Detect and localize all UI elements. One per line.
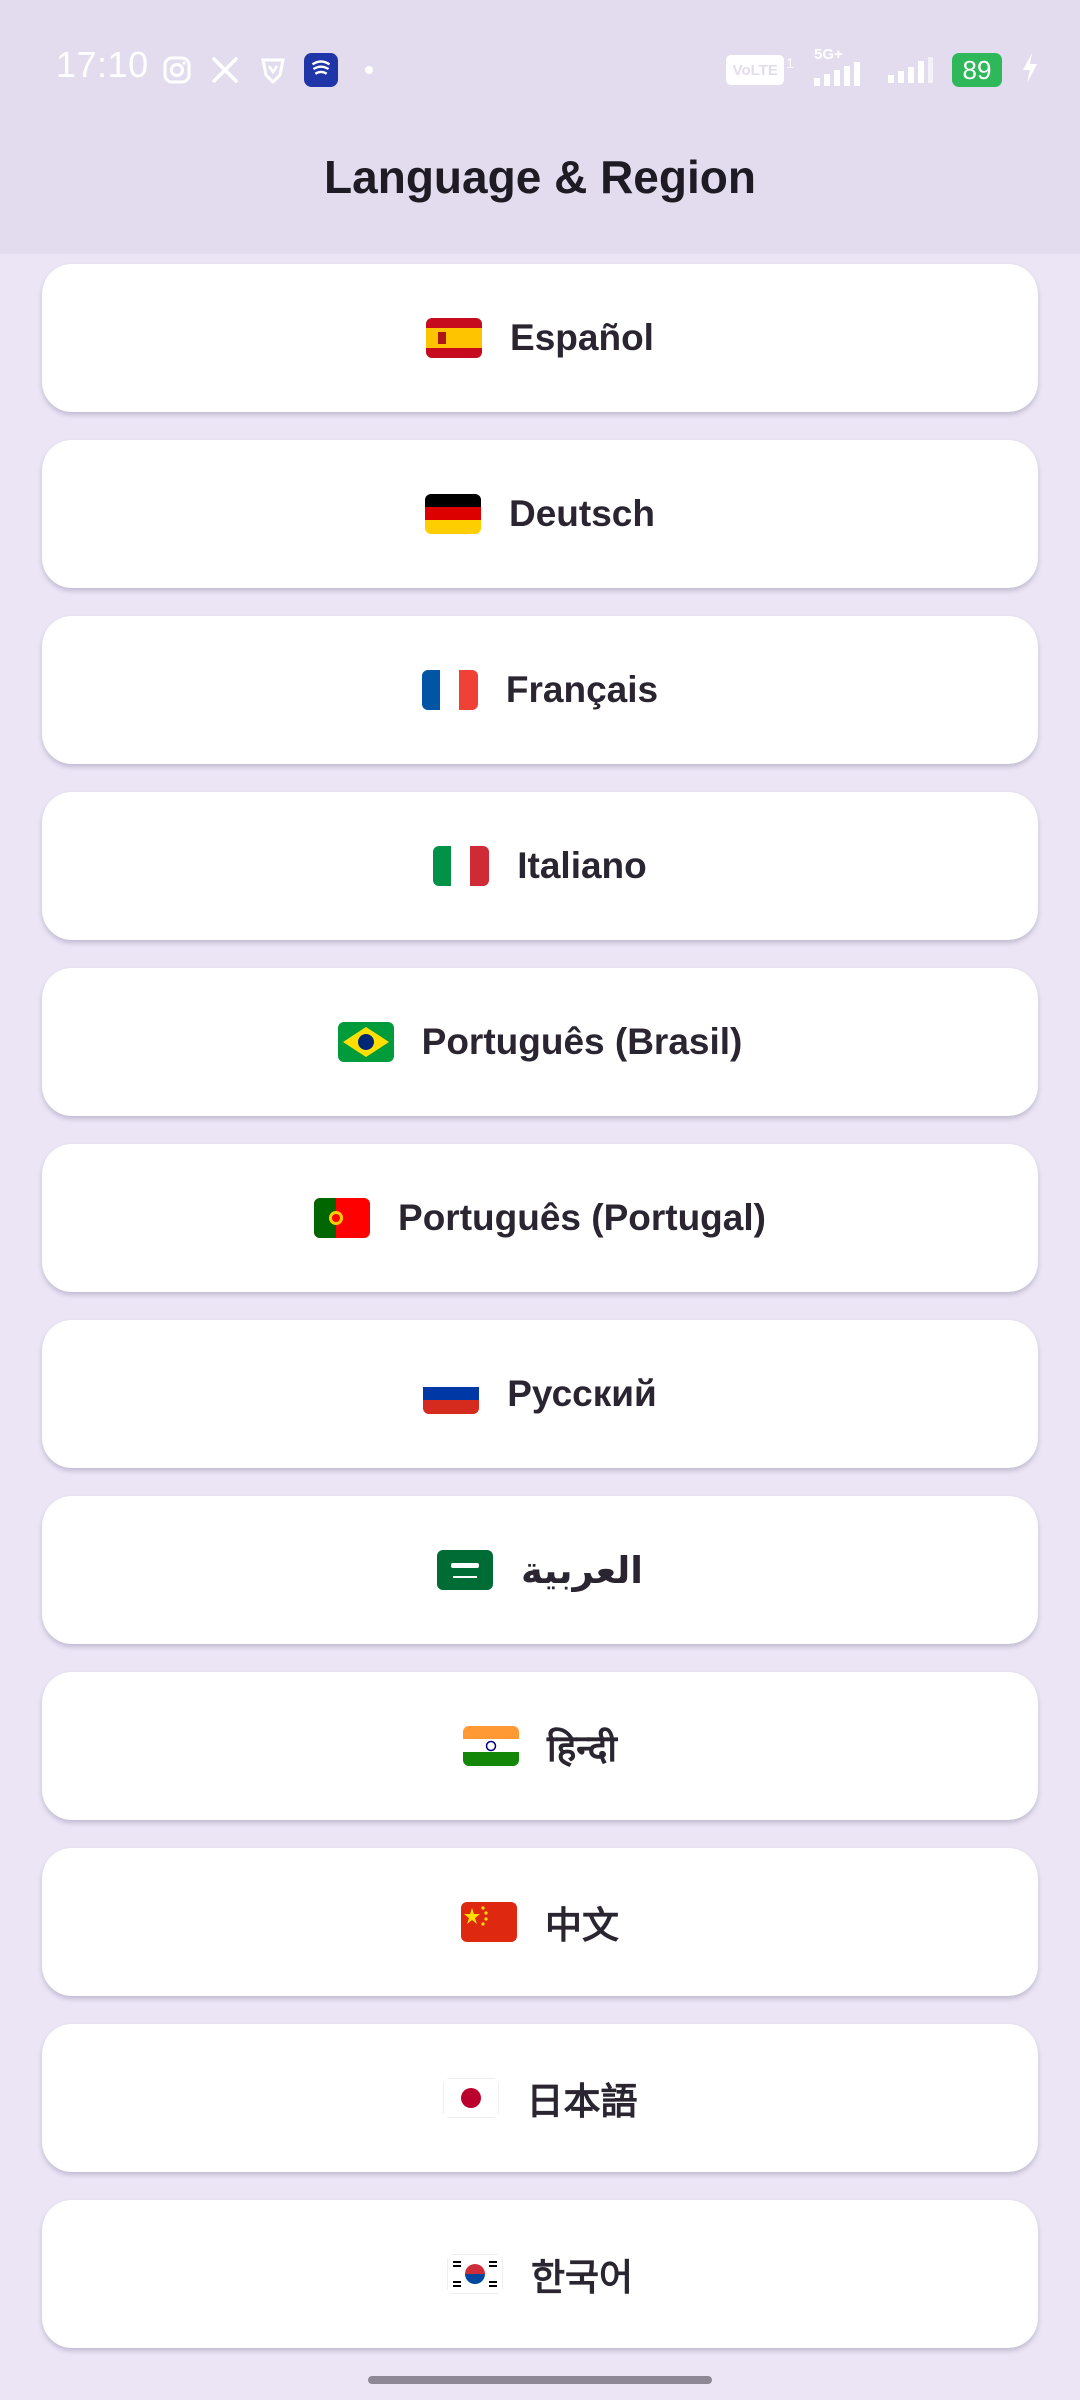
language-option-ar[interactable]: العربية	[42, 1496, 1038, 1644]
pt-flag-icon	[314, 1198, 371, 1238]
it-flag-icon	[433, 846, 490, 886]
language-label: Italiano	[517, 845, 647, 886]
language-list: Español Deutsch Français Italiano Portug	[42, 264, 1038, 2376]
language-option-ko[interactable]: 한국어	[42, 2200, 1038, 2348]
language-option-es[interactable]: Español	[42, 264, 1038, 412]
language-label: हिन्दी	[547, 1727, 617, 1769]
status-time: 17:10	[56, 44, 149, 85]
language-label: Español	[510, 317, 654, 358]
br-flag-icon	[337, 1022, 394, 1062]
language-region-screen: 17:10 VoLTE 1 5G+ 89 Language & Region E…	[0, 0, 1080, 2400]
language-option-ja[interactable]: 日本語	[42, 2024, 1038, 2172]
language-option-zh[interactable]: 中文	[42, 1848, 1038, 1996]
volte-badge: VoLTE 1	[726, 55, 794, 85]
ru-flag-icon	[423, 1374, 480, 1414]
notification-icons	[160, 50, 386, 90]
language-label: 한국어	[530, 2257, 634, 2298]
language-option-pt-pt[interactable]: Português (Portugal)	[42, 1144, 1038, 1292]
language-label: 日本語	[526, 2081, 638, 2122]
language-option-fr[interactable]: Français	[42, 616, 1038, 764]
de-flag-icon	[425, 494, 481, 534]
instagram-icon	[160, 53, 194, 87]
language-label: Português (Brasil)	[421, 1021, 743, 1062]
system-icons: VoLTE 1 5G+ 89	[726, 46, 1040, 90]
app-bar: 17:10 VoLTE 1 5G+ 89 Language & Region	[0, 0, 1080, 254]
x-icon	[208, 53, 242, 87]
language-label: العربية	[521, 1549, 643, 1591]
jp-flag-icon	[442, 2078, 499, 2118]
language-option-pt-br[interactable]: Português (Brasil)	[42, 968, 1038, 1116]
in-flag-icon	[463, 1726, 520, 1766]
language-label: Português (Portugal)	[398, 1197, 766, 1238]
sa-flag-icon	[437, 1550, 494, 1590]
language-option-it[interactable]: Italiano	[42, 792, 1038, 940]
charging-icon	[1020, 51, 1040, 90]
language-option-de[interactable]: Deutsch	[42, 440, 1038, 588]
language-label: Français	[505, 669, 659, 710]
language-label: 中文	[545, 1905, 619, 1946]
language-label: Deutsch	[509, 493, 655, 534]
home-indicator[interactable]	[368, 2376, 712, 2384]
fr-flag-icon	[421, 670, 478, 710]
signal-icon	[886, 51, 934, 90]
page-title: Language & Region	[324, 151, 756, 203]
language-label: Русский	[507, 1373, 657, 1414]
kr-flag-icon	[446, 2254, 503, 2294]
cn-flag-icon	[461, 1902, 517, 1942]
signal-5g-icon: 5G+	[812, 46, 868, 88]
status-bar: 17:10 VoLTE 1 5G+ 89	[0, 0, 1080, 140]
es-flag-icon	[426, 318, 483, 358]
language-option-ru[interactable]: Русский	[42, 1320, 1038, 1468]
app-icon	[304, 53, 338, 87]
battery-icon: 89	[952, 53, 1002, 87]
dot-icon	[352, 53, 386, 87]
language-option-hi[interactable]: हिन्दी	[42, 1672, 1038, 1820]
vpn-shield-icon	[256, 53, 290, 87]
